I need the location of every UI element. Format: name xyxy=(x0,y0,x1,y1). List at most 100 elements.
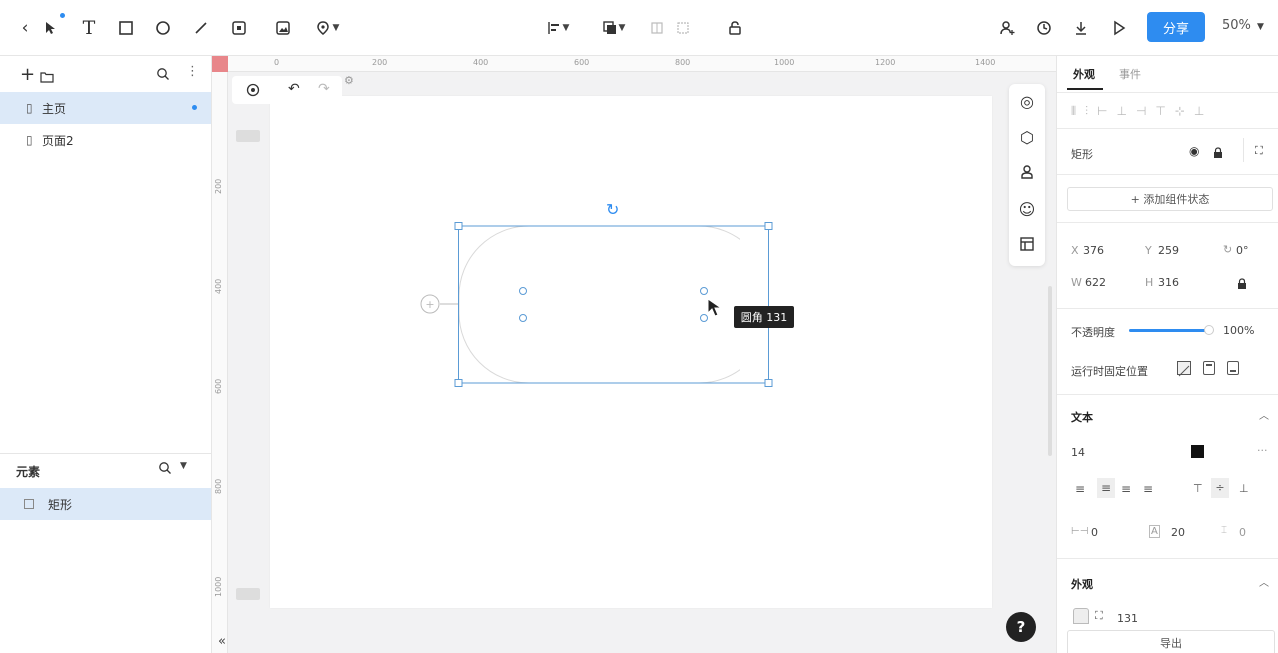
rotate-icon[interactable]: ↻ xyxy=(606,200,619,219)
ruler-tick: 800 xyxy=(675,58,691,67)
history-icon[interactable] xyxy=(1033,17,1055,39)
active-tab-underline xyxy=(1067,88,1103,90)
align-center-icon[interactable]: ≡ xyxy=(1097,478,1115,498)
opacity-slider-track[interactable] xyxy=(1129,329,1209,332)
no-fix-icon[interactable] xyxy=(1177,361,1191,377)
layer-order-dropdown-icon[interactable]: ▼ xyxy=(596,17,632,39)
chevron-down-icon[interactable]: ▼ xyxy=(180,461,187,471)
element-item-rectangle[interactable]: 矩形 xyxy=(0,488,211,520)
chevron-up-icon[interactable]: ︿ xyxy=(1259,407,1269,422)
appearance-section-title: 外观 xyxy=(1071,578,1093,591)
valign-bottom-icon[interactable]: ⊥ xyxy=(1239,482,1249,495)
location-tool-icon[interactable]: ▼ xyxy=(306,17,348,39)
zoom-dropdown[interactable]: 50% ▼ xyxy=(1222,18,1264,33)
corner-radius-icon[interactable] xyxy=(1073,608,1089,624)
font-size-input[interactable]: 14 xyxy=(1071,446,1085,459)
w-input[interactable]: 622 xyxy=(1085,276,1106,289)
image-tool-icon[interactable] xyxy=(272,17,294,39)
settings-gear-icon[interactable]: ⚙ xyxy=(344,74,354,87)
emoji-icon[interactable]: ☺ xyxy=(1009,200,1045,219)
distribute-icon[interactable] xyxy=(646,17,668,39)
rectangle-icon xyxy=(24,499,34,509)
ruler-tick: 200 xyxy=(372,58,388,67)
left-panel: + ⋮ ▯ 主页 ▯ 页面2 元素 ▼ 矩形 xyxy=(0,56,212,653)
fix-bottom-icon[interactable] xyxy=(1227,361,1239,375)
group-icon[interactable] xyxy=(672,17,694,39)
valign-top-icon[interactable]: ⊤ xyxy=(1193,482,1203,495)
h-input[interactable]: 316 xyxy=(1158,276,1179,289)
line-height-input[interactable]: 20 xyxy=(1171,526,1185,539)
lock-ratio-icon[interactable] xyxy=(1237,275,1247,294)
page-item-home[interactable]: ▯ 主页 xyxy=(0,92,211,124)
search-icon[interactable] xyxy=(158,460,172,479)
layout-template-icon[interactable] xyxy=(1009,236,1045,255)
opacity-value[interactable]: 100% xyxy=(1223,324,1254,337)
opacity-slider-knob[interactable] xyxy=(1204,325,1214,335)
lock-icon[interactable] xyxy=(724,17,746,39)
paragraph-spacing-input[interactable]: 0 xyxy=(1239,526,1246,539)
rotation-input[interactable]: 0° xyxy=(1236,244,1249,257)
page-icon: ▯ xyxy=(26,101,33,115)
redo-icon[interactable]: ↷ xyxy=(318,81,330,97)
tab-appearance[interactable]: 外观 xyxy=(1073,66,1095,82)
user-icon[interactable] xyxy=(1009,164,1045,184)
target-icon[interactable]: ◎ xyxy=(1009,92,1045,111)
align-justify-icon[interactable]: ≡ xyxy=(1143,482,1153,496)
selection-box[interactable]: + xyxy=(410,190,780,400)
align-tools-icon[interactable]: ⫴⫶⊢⊥⊣⊤⊹⊥ xyxy=(1071,104,1213,119)
align-right-icon[interactable]: ≡ xyxy=(1121,482,1131,496)
ruler-tick: 1000 xyxy=(774,58,795,67)
container-tool-icon[interactable] xyxy=(228,17,250,39)
text-color-swatch[interactable] xyxy=(1191,445,1204,458)
add-user-icon[interactable] xyxy=(996,17,1018,39)
download-icon[interactable] xyxy=(1070,17,1092,39)
independent-corners-icon[interactable]: ⛶ xyxy=(1095,609,1103,623)
align-dropdown-icon[interactable]: ▼ xyxy=(540,17,576,39)
ellipse-tool-icon[interactable] xyxy=(152,17,174,39)
rectangle-tool-icon[interactable] xyxy=(115,17,137,39)
divider xyxy=(1057,394,1278,395)
back-icon[interactable]: ‹ xyxy=(14,17,36,39)
export-button[interactable]: 导出 xyxy=(1067,630,1275,653)
page-label: 主页 xyxy=(42,101,67,116)
ruler-tick: 200 xyxy=(214,178,223,194)
search-icon[interactable] xyxy=(156,66,170,85)
expand-icon[interactable]: ⛶ xyxy=(1255,144,1263,158)
tab-events[interactable]: 事件 xyxy=(1119,66,1141,82)
play-preview-icon[interactable] xyxy=(1108,17,1130,39)
fix-top-icon[interactable] xyxy=(1203,361,1215,375)
add-component-state-button[interactable]: + 添加组件状态 xyxy=(1067,187,1273,211)
add-page-icon[interactable]: + xyxy=(20,64,35,85)
component-cube-icon[interactable]: ⬡ xyxy=(1009,128,1045,147)
element-label: 矩形 xyxy=(48,497,73,512)
help-button[interactable]: ? xyxy=(1006,612,1036,642)
canvas-scrollbar[interactable] xyxy=(1048,286,1052,456)
visibility-eye-icon[interactable]: ◉ xyxy=(1189,144,1199,158)
line-tool-icon[interactable] xyxy=(190,17,212,39)
more-options-icon[interactable]: ··· xyxy=(1257,444,1268,457)
corner-radius-input[interactable]: 131 xyxy=(1117,612,1138,625)
page-label: 页面2 xyxy=(42,133,74,148)
undo-icon[interactable]: ↶ xyxy=(288,81,300,97)
notification-dot xyxy=(60,13,65,18)
x-input[interactable]: 376 xyxy=(1083,244,1104,257)
chevron-up-icon[interactable]: ︿ xyxy=(1259,574,1269,589)
text-tool-icon[interactable]: T xyxy=(78,17,100,39)
target-icon[interactable] xyxy=(246,82,260,101)
page-item-2[interactable]: ▯ 页面2 xyxy=(0,124,211,156)
y-input[interactable]: 259 xyxy=(1158,244,1179,257)
zoom-label: 50% xyxy=(1222,18,1251,33)
more-options-icon[interactable]: ⋮ xyxy=(186,64,199,79)
pointer-tool-icon[interactable] xyxy=(40,17,62,39)
letter-spacing-input[interactable]: 0 xyxy=(1091,526,1098,539)
collapse-panel-icon[interactable]: « xyxy=(218,634,226,649)
lock-icon[interactable] xyxy=(1213,144,1223,163)
valign-middle-icon[interactable]: ÷ xyxy=(1211,478,1229,498)
divider xyxy=(1243,138,1244,162)
chevron-down-icon: ▼ xyxy=(1257,22,1264,32)
share-button[interactable]: 分享 xyxy=(1147,12,1205,42)
radius-handle xyxy=(519,314,527,322)
folder-icon[interactable] xyxy=(40,68,54,87)
resize-handle xyxy=(454,379,463,387)
align-left-icon[interactable]: ≡ xyxy=(1075,482,1085,496)
